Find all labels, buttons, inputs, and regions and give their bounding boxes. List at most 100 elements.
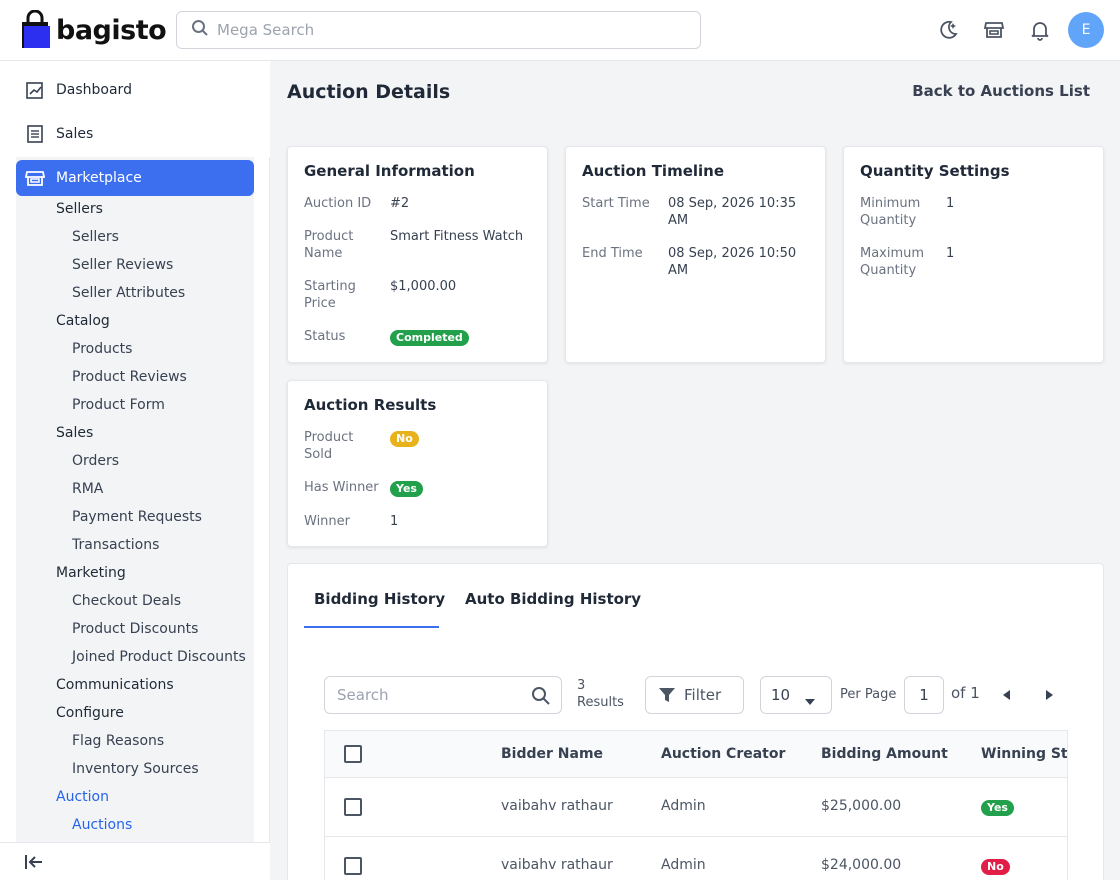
sidebar-item-dashboard[interactable]: Dashboard (16, 72, 254, 108)
maximum-quantity-label: Maximum Quantity (860, 246, 925, 278)
sidebar-item-auctions[interactable]: Auctions (72, 817, 132, 833)
sidebar-item-rma[interactable]: RMA (72, 481, 103, 497)
logo-text: bagisto (56, 14, 167, 46)
mega-search-input[interactable] (217, 21, 677, 39)
bidding-history-panel: Bidding History Auto Bidding History 3 R… (287, 563, 1104, 880)
sidebar-item-label: Marketplace (56, 170, 142, 186)
sidebar-item-transactions[interactable]: Transactions (72, 537, 159, 553)
sidebar-item-product-reviews[interactable]: Product Reviews (72, 369, 187, 385)
bidding-amount-cell: $25,000.00 (821, 798, 902, 814)
sidebar-item-joined-product-discounts[interactable]: Joined Product Discounts (72, 649, 246, 665)
product-sold-badge: No (390, 431, 419, 447)
back-to-auctions-link[interactable]: Back to Auctions List (912, 82, 1090, 100)
results-count-label: Results (577, 695, 624, 710)
sidebar-group-sales[interactable]: Sales (56, 425, 93, 441)
tab-auto-bidding-history[interactable]: Auto Bidding History (465, 590, 641, 608)
quantity-settings-card: Quantity Settings Minimum Quantity 1 Max… (843, 146, 1104, 363)
auction-id-value: #2 (390, 196, 410, 211)
sidebar-group-configure[interactable]: Configure (56, 705, 124, 721)
caret-down-icon (805, 692, 815, 710)
sidebar-item-sales[interactable]: Sales (16, 116, 254, 152)
minimum-quantity-label: Minimum Quantity (860, 196, 921, 228)
per-page-select[interactable]: 10 (760, 676, 832, 714)
column-header[interactable]: Winning Status (981, 746, 1067, 762)
filter-label: Filter (684, 686, 722, 704)
starting-price-value: $1,000.00 (390, 279, 457, 294)
sidebar-group-catalog[interactable]: Catalog (56, 313, 110, 329)
results-count: 3 Results (577, 677, 624, 711)
maximum-quantity-value: 1 (946, 246, 955, 261)
auction-results-card: Auction Results Product Sold No Has Winn… (287, 380, 548, 547)
column-header[interactable]: Auction Creator (661, 746, 785, 762)
end-time-label: End Time (582, 246, 643, 261)
sidebar-item-product-form[interactable]: Product Form (72, 397, 165, 413)
auction-creator-cell: Admin (661, 857, 706, 873)
filter-icon (658, 686, 676, 704)
start-time-value: 08 Sep, 2026 10:35 AM (668, 196, 797, 228)
sidebar-item-checkout-deals[interactable]: Checkout Deals (72, 593, 181, 609)
results-count-number: 3 (577, 678, 586, 693)
sidebar-group-marketing[interactable]: Marketing (56, 565, 126, 581)
minimum-quantity-value: 1 (946, 196, 955, 211)
sidebar-item-marketplace[interactable]: Marketplace (16, 160, 254, 196)
table-row: vaibahv rathaur Admin $25,000.00 Yes (325, 778, 1067, 837)
avatar[interactable]: E (1068, 12, 1104, 48)
column-header[interactable]: Bidding Amount (821, 746, 948, 762)
auction-id-label: Auction ID (304, 196, 372, 211)
sidebar-item-product-discounts[interactable]: Product Discounts (72, 621, 198, 637)
sidebar-group-auction[interactable]: Auction (56, 789, 109, 805)
auction-timeline-card: Auction Timeline Start Time 08 Sep, 2026… (565, 146, 826, 363)
sidebar-item-sellers[interactable]: Sellers (72, 229, 119, 245)
sidebar-group-sellers[interactable]: Sellers (56, 201, 103, 217)
sidebar-item-communications[interactable]: Communications (56, 677, 174, 693)
mega-search[interactable] (176, 11, 701, 49)
sidebar-item-payment-requests[interactable]: Payment Requests (72, 509, 202, 525)
collapse-sidebar-icon[interactable] (24, 853, 44, 875)
per-page-value: 10 (771, 686, 791, 704)
card-title: Quantity Settings (860, 162, 1010, 180)
general-information-card: General Information Auction ID #2 Produc… (287, 146, 548, 363)
sidebar-item-flag-reasons[interactable]: Flag Reasons (72, 733, 164, 749)
sidebar: Dashboard Sales Marketplace Sellers Sell… (0, 61, 270, 880)
top-header: bagisto E (0, 0, 1120, 61)
filter-button[interactable]: Filter (645, 676, 744, 714)
notification-bell-icon[interactable] (1027, 17, 1053, 43)
row-checkbox[interactable] (344, 798, 362, 816)
current-page-input[interactable]: 1 (904, 676, 944, 714)
next-page-icon[interactable] (1042, 688, 1056, 702)
row-checkbox[interactable] (344, 857, 362, 875)
datagrid-search[interactable] (324, 676, 562, 714)
dashboard-icon (24, 79, 46, 101)
dark-mode-icon[interactable] (935, 17, 961, 43)
tab-bidding-history[interactable]: Bidding History (314, 590, 445, 608)
datagrid-search-input[interactable] (337, 686, 527, 704)
has-winner-label: Has Winner (304, 480, 379, 495)
sidebar-item-inventory-sources[interactable]: Inventory Sources (72, 761, 199, 777)
card-title: Auction Results (304, 396, 437, 414)
search-icon[interactable] (531, 686, 551, 710)
previous-page-icon[interactable] (1000, 688, 1014, 702)
product-sold-label: Product Sold (304, 430, 354, 462)
sidebar-item-label: Dashboard (56, 82, 132, 98)
select-all-checkbox[interactable] (344, 745, 362, 763)
logo[interactable]: bagisto (20, 9, 167, 50)
sidebar-item-seller-reviews[interactable]: Seller Reviews (72, 257, 173, 273)
storefront-icon[interactable] (981, 17, 1007, 43)
total-pages-label: of 1 (951, 684, 980, 702)
sidebar-item-products[interactable]: Products (72, 341, 132, 357)
winner-label: Winner (304, 514, 351, 529)
sidebar-item-seller-attributes[interactable]: Seller Attributes (72, 285, 185, 301)
status-badge: Completed (390, 330, 469, 346)
page-title: Auction Details (287, 81, 451, 103)
sidebar-item-label: Sales (56, 126, 94, 142)
start-time-label: Start Time (582, 196, 650, 211)
product-name-label: Product Name (304, 229, 354, 261)
column-header[interactable]: Bidder Name (501, 746, 603, 762)
starting-price-label: Starting Price (304, 279, 356, 311)
active-tab-indicator (304, 626, 439, 628)
product-name-value: Smart Fitness Watch (390, 229, 524, 244)
winning-status-badge: Yes (981, 800, 1014, 816)
winner-value: 1 (390, 514, 399, 529)
sidebar-item-orders[interactable]: Orders (72, 453, 119, 469)
bidder-name-cell: vaibahv rathaur (501, 857, 613, 873)
